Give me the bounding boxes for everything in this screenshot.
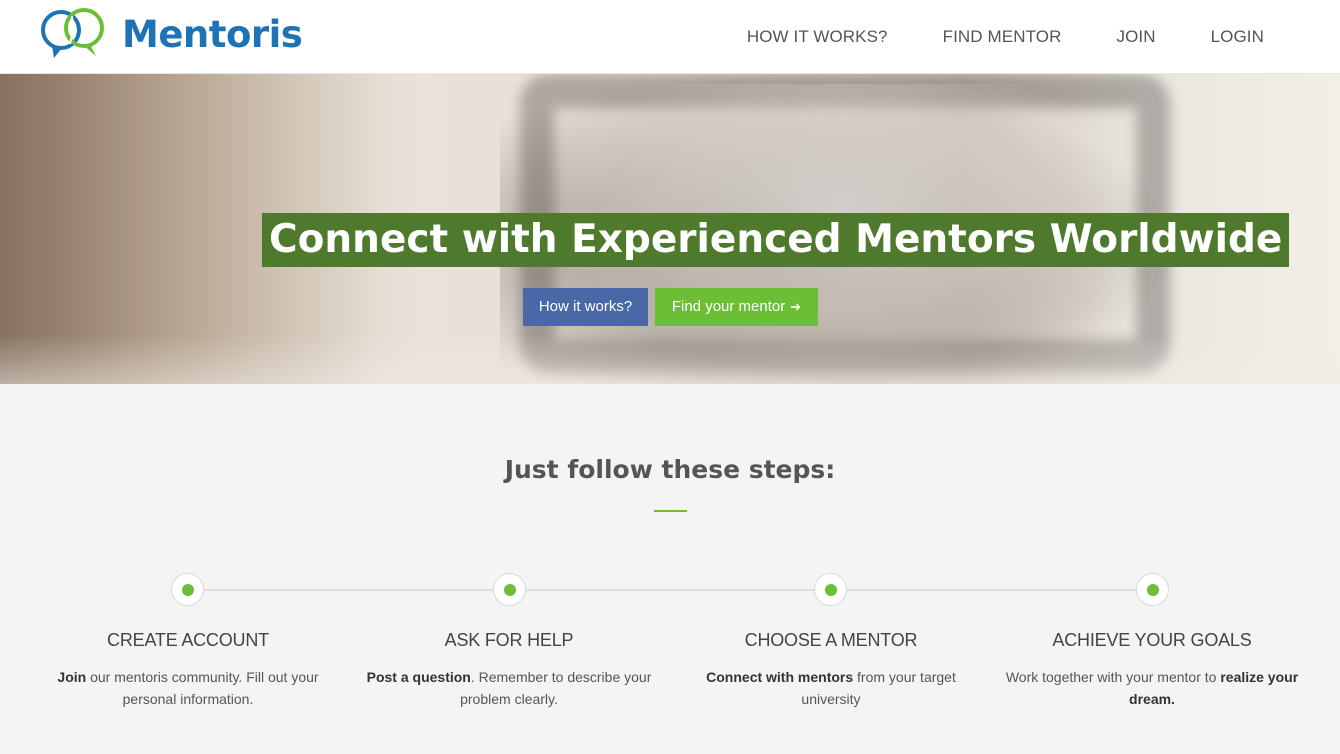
- site-header: Mentoris HOW IT WORKS? FIND MENTOR JOIN …: [0, 0, 1340, 74]
- step-dot-2: [493, 573, 526, 606]
- step-create-account: CREATE ACCOUNT Join our mentoris communi…: [38, 630, 338, 710]
- step-description: Work together with your mentor to realiz…: [1002, 666, 1302, 710]
- step-title: ASK FOR HELP: [444, 630, 574, 650]
- nav-login[interactable]: LOGIN: [1211, 27, 1264, 47]
- step-text: our mentoris community. Fill out your pe…: [86, 669, 319, 707]
- step-dot-1: [171, 573, 204, 606]
- step-ask-for-help: ASK FOR HELP Post a question. Remember t…: [359, 630, 659, 710]
- step-bold-text: Join: [57, 669, 87, 685]
- step-title: CREATE ACCOUNT: [107, 630, 269, 650]
- step-title: CHOOSE A MENTOR: [744, 630, 918, 650]
- step-title: ACHIEVE YOUR GOALS: [1052, 630, 1252, 650]
- step-description: Join our mentoris community. Fill out yo…: [38, 666, 338, 710]
- step-description: Connect with mentors from your target un…: [681, 666, 981, 710]
- step-dot-3: [814, 573, 847, 606]
- steps-heading: Just follow these steps:: [504, 455, 836, 484]
- step-choose-a-mentor: CHOOSE A MENTOR Connect with mentors fro…: [681, 630, 981, 710]
- step-text: . Remember to describe your problem clea…: [460, 669, 652, 707]
- step-bold-text: Post a question: [366, 669, 471, 685]
- nav-find-mentor[interactable]: FIND MENTOR: [943, 27, 1062, 47]
- main-nav: HOW IT WORKS? FIND MENTOR JOIN LOGIN: [692, 0, 1264, 74]
- step-dot-4: [1136, 573, 1169, 606]
- nav-how-it-works[interactable]: HOW IT WORKS?: [747, 27, 888, 47]
- find-mentor-button[interactable]: Find your mentor ➔: [655, 288, 818, 326]
- hero-title: Connect with Experienced Mentors Worldwi…: [262, 213, 1290, 267]
- how-it-works-button[interactable]: How it works?: [523, 288, 648, 326]
- step-achieve-your-goals: ACHIEVE YOUR GOALS Work together with yo…: [1002, 630, 1302, 710]
- steps-timeline-line: [188, 589, 1152, 591]
- find-mentor-button-label: Find your mentor: [671, 298, 786, 315]
- nav-join[interactable]: JOIN: [1116, 27, 1155, 47]
- brand-name: Mentoris: [122, 12, 303, 56]
- step-description: Post a question. Remember to describe yo…: [359, 666, 659, 710]
- heading-underline: [654, 510, 687, 512]
- step-text: Work together with your mentor to: [1005, 669, 1221, 685]
- step-bold-text: Connect with mentors: [706, 669, 854, 685]
- hero-banner: Connect with Experienced Mentors Worldwi…: [0, 74, 1340, 384]
- hero-background-floor: [0, 334, 1340, 384]
- brand-logo[interactable]: Mentoris: [38, 6, 303, 62]
- sign-in-arrow-icon: ➔: [790, 299, 802, 314]
- speech-bubbles-logo-icon: [41, 8, 104, 58]
